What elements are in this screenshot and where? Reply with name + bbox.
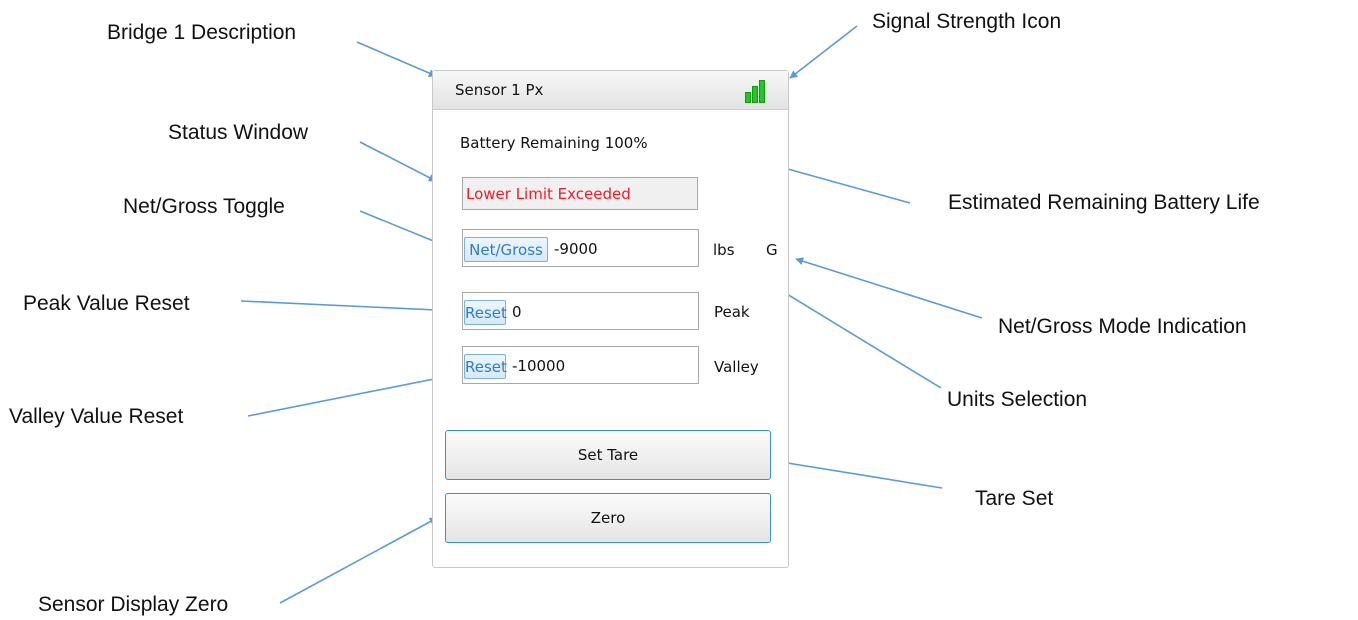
callout-status-window: Status Window (168, 121, 309, 144)
set-tare-button[interactable]: Set Tare (445, 430, 771, 480)
net-gross-field: Net/Gross -9000 (462, 229, 699, 267)
peak-reset-button[interactable]: Reset (464, 300, 507, 325)
callout-net-gross-toggle: Net/Gross Toggle (123, 195, 285, 218)
arrow-net-gross-mode (795, 257, 983, 319)
signal-bar (759, 80, 765, 103)
callout-peak-value-reset: Peak Value Reset (23, 292, 190, 315)
zero-button[interactable]: Zero (445, 493, 771, 543)
peak-field: Reset 0 (462, 292, 699, 330)
callout-sensor-display-zero: Sensor Display Zero (38, 593, 229, 616)
callout-signal-strength-icon: Signal Strength Icon (872, 10, 1062, 33)
status-text: Lower Limit Exceeded (466, 185, 631, 203)
net-gross-value: -9000 (554, 240, 598, 258)
valley-label: Valley (714, 358, 759, 376)
arrow-peak-value-reset (240, 300, 459, 315)
valley-value: -10000 (512, 357, 566, 375)
arrow-sensor-display-zero (279, 517, 438, 604)
peak-label: Peak (714, 303, 750, 321)
bridge-description: Sensor 1 Px (455, 81, 544, 99)
valley-reset-button[interactable]: Reset (464, 354, 507, 379)
signal-bar (752, 86, 758, 103)
arrow-status-window (359, 141, 437, 182)
arrow-bridge-description (356, 41, 437, 77)
peak-value: 0 (512, 303, 522, 321)
net-gross-toggle-button[interactable]: Net/Gross (464, 237, 548, 262)
arrow-signal-strength (789, 25, 858, 79)
sensor-panel: Sensor 1 Px Battery Remaining 100% Lower… (432, 70, 789, 568)
arrow-tare-set (774, 458, 943, 489)
signal-strength-icon (745, 77, 771, 103)
battery-remaining-text: Battery Remaining 100% (460, 134, 648, 152)
callout-net-gross-mode-indication: Net/Gross Mode Indication (998, 315, 1247, 338)
units-label[interactable]: lbs (713, 241, 735, 259)
valley-field: Reset -10000 (462, 346, 699, 384)
callout-tare-set: Tare Set (975, 487, 1054, 510)
panel-titlebar: Sensor 1 Px (433, 71, 788, 110)
callout-valley-value-reset: Valley Value Reset (9, 405, 184, 428)
signal-bar (745, 92, 751, 103)
callout-units-selection: Units Selection (947, 388, 1088, 411)
callout-estimated-battery-life: Estimated Remaining Battery Life (948, 191, 1260, 214)
arrow-valley-value-reset (247, 372, 455, 417)
net-gross-mode-indicator: G (766, 241, 778, 259)
callout-bridge-description: Bridge 1 Description (107, 21, 297, 44)
status-window: Lower Limit Exceeded (462, 177, 698, 210)
